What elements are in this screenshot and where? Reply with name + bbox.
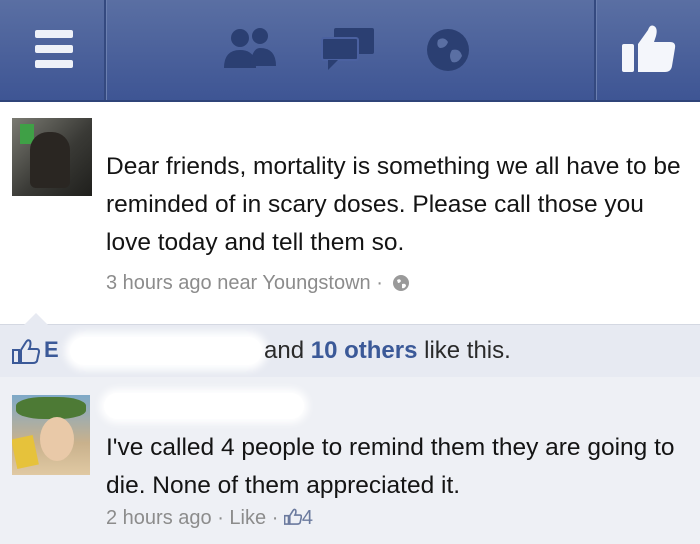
friend-requests-icon[interactable] [222, 26, 278, 74]
comment-meta: 2 hours ago · Like · 4 [106, 507, 313, 530]
comment-like-count[interactable]: 4 [302, 507, 313, 529]
likes-prefix: and [264, 337, 311, 364]
comment-text: I've called 4 people to remind them they… [106, 434, 675, 499]
commenter-avatar[interactable] [12, 395, 90, 475]
menu-icon[interactable] [35, 30, 73, 70]
likes-text: and 10 others like this. [264, 337, 511, 365]
comment-meta-separator: · [271, 507, 279, 529]
post-text: Dear friends, mortality is something we … [106, 153, 681, 256]
others-link[interactable]: 10 others [311, 337, 418, 364]
commenter-name-redacted[interactable] [104, 393, 304, 419]
messages-icon[interactable] [320, 26, 376, 74]
post-meta: 3 hours ago near Youngstown · [106, 272, 410, 295]
nav-divider [104, 0, 107, 100]
like-count-thumb-icon [12, 339, 40, 364]
post-timestamp-location[interactable]: 3 hours ago near Youngstown · [106, 272, 383, 294]
author-name-redacted[interactable] [110, 116, 410, 140]
likes-summary: E and 10 others like this. [0, 313, 700, 378]
comment: I've called 4 people to remind them they… [0, 377, 700, 544]
likes-suffix: like this. [417, 337, 511, 364]
top-navigation-bar [0, 0, 700, 102]
public-globe-icon [393, 275, 410, 291]
liker-initial[interactable]: E [44, 337, 59, 363]
likes-pointer [24, 313, 48, 325]
comment-timestamp: 2 hours ago · [106, 507, 224, 529]
nav-divider [594, 0, 597, 100]
author-avatar[interactable] [12, 118, 92, 196]
notifications-globe-icon[interactable] [424, 26, 472, 74]
comment-like-link[interactable]: Like [229, 507, 266, 529]
status-post: Dear friends, mortality is something we … [0, 102, 700, 324]
liker-name-redacted[interactable] [70, 337, 262, 365]
comment-like-thumb-icon [283, 508, 302, 525]
like-thumb-icon[interactable] [620, 22, 678, 78]
